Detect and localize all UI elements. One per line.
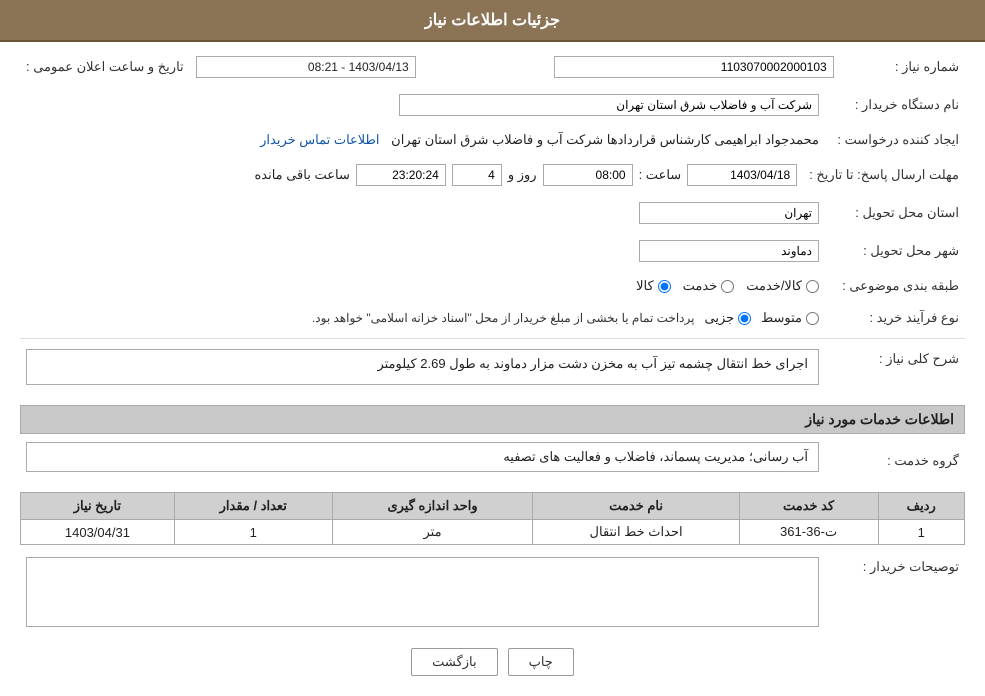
ijad-konande-label: ایجاد کننده درخواست : [825,128,965,152]
farayand-label: نوع فرآیند خرید : [825,306,965,330]
ostan-label: استان محل تحویل : [825,198,965,228]
sharh-label: شرح کلی نیاز : [825,345,965,397]
saat-label: ساعت : [639,167,682,183]
tabaqe-label: طبقه بندی موضوعی : [825,274,965,298]
ostan-input [639,202,819,224]
radio-mottaset[interactable]: متوسط [761,310,819,326]
page-title: جزئیات اطلاعات نیاز [425,12,560,29]
col-radif: ردیف [878,493,964,520]
radio-kala-khedmat[interactable]: کالا/خدمت [746,278,819,294]
col-count: تعداد / مقدار [174,493,332,520]
goroh-value: آب رسانی؛ مدیریت پسماند، فاضلاب و فعالیت… [26,442,819,472]
roz-label: روز و [508,167,537,183]
toseef-textarea[interactable] [26,557,819,627]
date-input [687,164,797,186]
ettelaat-link[interactable]: اطلاعات تماس خریدار [260,132,379,147]
ijad-konande-value: محمدجواد ابراهیمی کارشناس قراردادها شرکت… [391,132,819,147]
roz-input [452,164,502,186]
tarikh-aelaan-label: تاریخ و ساعت اعلان عمومی : [20,52,190,82]
button-row: چاپ بازگشت [20,648,965,676]
radio-jozei[interactable]: جزیی [704,310,751,326]
shomara-label: شماره نیاز : [840,52,965,82]
nam-dastgah-label: نام دستگاه خریدار : [825,90,965,120]
shomara-input [554,56,834,78]
col-unit: واحد اندازه گیری [332,493,533,520]
table-row: 1ت-36-361احداث خط انتقالمتر11403/04/31 [21,520,965,545]
col-date: تاریخ نیاز [21,493,175,520]
toseef-label: توصیحات خریدار : [825,553,965,634]
shahr-input [639,240,819,262]
farayand-note: پرداخت تمام یا بخشی از مبلغ خریدار از مح… [312,311,695,325]
goroh-label: گروه خدمت : [825,438,965,484]
tarikh-aelaan-value: 1403/04/13 - 08:21 [196,56,416,78]
sharh-value: اجرای خط انتقال چشمه تیز آب به مخزن دشت … [26,349,819,385]
col-name: نام خدمت [533,493,739,520]
col-kod: کد خدمت [739,493,878,520]
mohlat-label: مهلت ارسال پاسخ: تا تاریخ : [803,160,965,190]
radio-kala[interactable]: کالا [636,278,671,294]
print-button[interactable]: چاپ [508,648,574,676]
remaining-time [356,164,446,186]
nam-dastgah-input [399,94,819,116]
page-header: جزئیات اطلاعات نیاز [0,0,985,42]
baqi-label: ساعت باقی مانده [254,167,349,183]
saat-input [543,164,633,186]
return-button[interactable]: بازگشت [411,648,497,676]
services-table: ردیف کد خدمت نام خدمت واحد اندازه گیری ت… [20,492,965,545]
radio-khedmat[interactable]: خدمت [683,278,735,294]
shahr-label: شهر محل تحویل : [825,236,965,266]
services-header: اطلاعات خدمات مورد نیاز [20,405,965,434]
